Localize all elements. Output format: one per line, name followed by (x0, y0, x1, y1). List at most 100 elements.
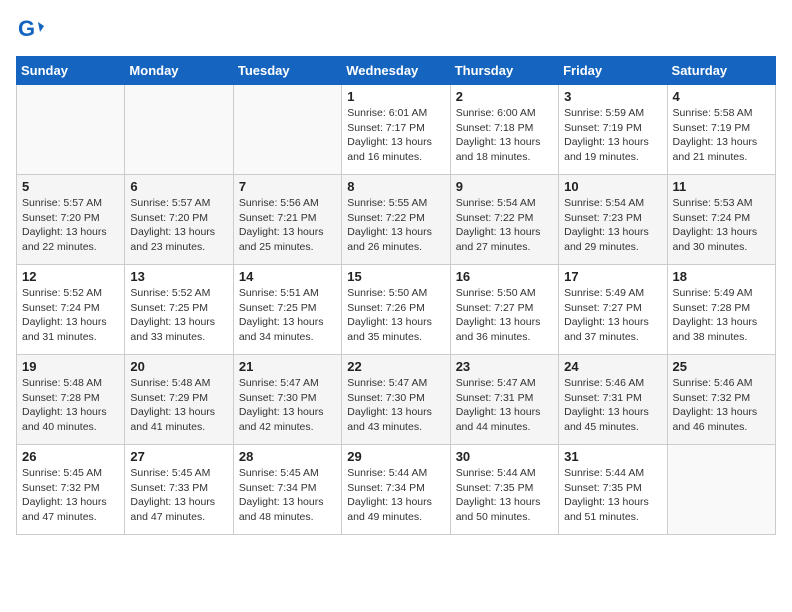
header-row: SundayMondayTuesdayWednesdayThursdayFrid… (17, 57, 776, 85)
day-number: 9 (456, 179, 553, 194)
day-cell: 15 Sunrise: 5:50 AM Sunset: 7:26 PM Dayli… (342, 265, 450, 355)
day-number: 21 (239, 359, 336, 374)
day-info: Sunrise: 5:45 AM Sunset: 7:32 PM Dayligh… (22, 466, 119, 525)
header-cell-thursday: Thursday (450, 57, 558, 85)
day-info: Sunrise: 5:44 AM Sunset: 7:35 PM Dayligh… (456, 466, 553, 525)
day-number: 31 (564, 449, 661, 464)
day-cell: 31 Sunrise: 5:44 AM Sunset: 7:35 PM Dayli… (559, 445, 667, 535)
day-info: Sunrise: 5:46 AM Sunset: 7:31 PM Dayligh… (564, 376, 661, 435)
day-cell: 22 Sunrise: 5:47 AM Sunset: 7:30 PM Dayli… (342, 355, 450, 445)
day-info: Sunrise: 5:58 AM Sunset: 7:19 PM Dayligh… (673, 106, 770, 165)
day-number: 29 (347, 449, 444, 464)
week-row-5: 26 Sunrise: 5:45 AM Sunset: 7:32 PM Dayli… (17, 445, 776, 535)
day-number: 10 (564, 179, 661, 194)
day-number: 28 (239, 449, 336, 464)
header-cell-wednesday: Wednesday (342, 57, 450, 85)
day-info: Sunrise: 5:45 AM Sunset: 7:34 PM Dayligh… (239, 466, 336, 525)
svg-text:G: G (18, 16, 35, 41)
day-number: 8 (347, 179, 444, 194)
day-cell: 14Sunrise: 5:51 AM Sunset: 7:25 PM Dayli… (233, 265, 341, 355)
header-cell-sunday: Sunday (17, 57, 125, 85)
day-cell: 18 Sunrise: 5:49 AM Sunset: 7:28 PM Dayli… (667, 265, 775, 355)
week-row-3: 12Sunrise: 5:52 AM Sunset: 7:24 PM Dayli… (17, 265, 776, 355)
day-info: Sunrise: 5:49 AM Sunset: 7:27 PM Dayligh… (564, 286, 661, 345)
day-number: 15 (347, 269, 444, 284)
day-cell (667, 445, 775, 535)
header-cell-monday: Monday (125, 57, 233, 85)
day-info: Sunrise: 5:45 AM Sunset: 7:33 PM Dayligh… (130, 466, 227, 525)
day-number: 25 (673, 359, 770, 374)
day-cell: 13Sunrise: 5:52 AM Sunset: 7:25 PM Dayli… (125, 265, 233, 355)
day-number: 20 (130, 359, 227, 374)
day-number: 23 (456, 359, 553, 374)
day-cell: 23 Sunrise: 5:47 AM Sunset: 7:31 PM Dayli… (450, 355, 558, 445)
day-cell: 25Sunrise: 5:46 AM Sunset: 7:32 PM Dayli… (667, 355, 775, 445)
day-cell: 2 Sunrise: 6:00 AM Sunset: 7:18 PM Daylig… (450, 85, 558, 175)
day-info: Sunrise: 5:48 AM Sunset: 7:29 PM Dayligh… (130, 376, 227, 435)
day-info: Sunrise: 5:50 AM Sunset: 7:26 PM Dayligh… (347, 286, 444, 345)
day-cell: 19 Sunrise: 5:48 AM Sunset: 7:28 PM Dayli… (17, 355, 125, 445)
day-number: 11 (673, 179, 770, 194)
day-cell: 16 Sunrise: 5:50 AM Sunset: 7:27 PM Dayli… (450, 265, 558, 355)
day-cell: 10 Sunrise: 5:54 AM Sunset: 7:23 PM Dayli… (559, 175, 667, 265)
day-number: 16 (456, 269, 553, 284)
day-number: 7 (239, 179, 336, 194)
day-number: 1 (347, 89, 444, 104)
day-info: Sunrise: 5:57 AM Sunset: 7:20 PM Dayligh… (22, 196, 119, 255)
day-cell: 4Sunrise: 5:58 AM Sunset: 7:19 PM Daylig… (667, 85, 775, 175)
day-info: Sunrise: 5:59 AM Sunset: 7:19 PM Dayligh… (564, 106, 661, 165)
day-info: Sunrise: 5:44 AM Sunset: 7:34 PM Dayligh… (347, 466, 444, 525)
day-info: Sunrise: 5:54 AM Sunset: 7:22 PM Dayligh… (456, 196, 553, 255)
day-number: 5 (22, 179, 119, 194)
day-number: 2 (456, 89, 553, 104)
day-number: 26 (22, 449, 119, 464)
day-cell: 1 Sunrise: 6:01 AM Sunset: 7:17 PM Daylig… (342, 85, 450, 175)
day-number: 22 (347, 359, 444, 374)
day-cell: 29 Sunrise: 5:44 AM Sunset: 7:34 PM Dayli… (342, 445, 450, 535)
day-info: Sunrise: 5:49 AM Sunset: 7:28 PM Dayligh… (673, 286, 770, 345)
logo: G (16, 16, 48, 44)
day-cell: 8 Sunrise: 5:55 AM Sunset: 7:22 PM Daylig… (342, 175, 450, 265)
day-cell: 17 Sunrise: 5:49 AM Sunset: 7:27 PM Dayli… (559, 265, 667, 355)
week-row-2: 5 Sunrise: 5:57 AM Sunset: 7:20 PM Daylig… (17, 175, 776, 265)
day-cell: 30Sunrise: 5:44 AM Sunset: 7:35 PM Dayli… (450, 445, 558, 535)
day-info: Sunrise: 5:52 AM Sunset: 7:25 PM Dayligh… (130, 286, 227, 345)
day-info: Sunrise: 5:55 AM Sunset: 7:22 PM Dayligh… (347, 196, 444, 255)
day-info: Sunrise: 5:48 AM Sunset: 7:28 PM Dayligh… (22, 376, 119, 435)
day-info: Sunrise: 6:00 AM Sunset: 7:18 PM Dayligh… (456, 106, 553, 165)
day-cell: 11 Sunrise: 5:53 AM Sunset: 7:24 PM Dayli… (667, 175, 775, 265)
page-header: G (16, 16, 776, 44)
day-info: Sunrise: 5:44 AM Sunset: 7:35 PM Dayligh… (564, 466, 661, 525)
header-cell-friday: Friday (559, 57, 667, 85)
day-info: Sunrise: 5:53 AM Sunset: 7:24 PM Dayligh… (673, 196, 770, 255)
day-cell: 6Sunrise: 5:57 AM Sunset: 7:20 PM Daylig… (125, 175, 233, 265)
day-info: Sunrise: 5:47 AM Sunset: 7:30 PM Dayligh… (239, 376, 336, 435)
day-number: 19 (22, 359, 119, 374)
day-cell: 20 Sunrise: 5:48 AM Sunset: 7:29 PM Dayli… (125, 355, 233, 445)
day-info: Sunrise: 5:54 AM Sunset: 7:23 PM Dayligh… (564, 196, 661, 255)
day-cell: 9 Sunrise: 5:54 AM Sunset: 7:22 PM Daylig… (450, 175, 558, 265)
logo-icon: G (16, 16, 44, 44)
day-number: 14 (239, 269, 336, 284)
day-info: Sunrise: 5:47 AM Sunset: 7:31 PM Dayligh… (456, 376, 553, 435)
day-number: 27 (130, 449, 227, 464)
day-number: 17 (564, 269, 661, 284)
day-info: Sunrise: 5:47 AM Sunset: 7:30 PM Dayligh… (347, 376, 444, 435)
day-cell (233, 85, 341, 175)
day-number: 6 (130, 179, 227, 194)
day-cell: 3Sunrise: 5:59 AM Sunset: 7:19 PM Daylig… (559, 85, 667, 175)
day-cell (17, 85, 125, 175)
day-cell: 24 Sunrise: 5:46 AM Sunset: 7:31 PM Dayli… (559, 355, 667, 445)
day-number: 24 (564, 359, 661, 374)
day-number: 18 (673, 269, 770, 284)
week-row-4: 19 Sunrise: 5:48 AM Sunset: 7:28 PM Dayli… (17, 355, 776, 445)
header-cell-tuesday: Tuesday (233, 57, 341, 85)
day-cell: 26 Sunrise: 5:45 AM Sunset: 7:32 PM Dayli… (17, 445, 125, 535)
day-cell: 12Sunrise: 5:52 AM Sunset: 7:24 PM Dayli… (17, 265, 125, 355)
calendar-table: SundayMondayTuesdayWednesdayThursdayFrid… (16, 56, 776, 535)
day-info: Sunrise: 6:01 AM Sunset: 7:17 PM Dayligh… (347, 106, 444, 165)
day-cell: 7Sunrise: 5:56 AM Sunset: 7:21 PM Daylig… (233, 175, 341, 265)
day-cell: 28 Sunrise: 5:45 AM Sunset: 7:34 PM Dayli… (233, 445, 341, 535)
day-info: Sunrise: 5:50 AM Sunset: 7:27 PM Dayligh… (456, 286, 553, 345)
day-cell: 5 Sunrise: 5:57 AM Sunset: 7:20 PM Daylig… (17, 175, 125, 265)
